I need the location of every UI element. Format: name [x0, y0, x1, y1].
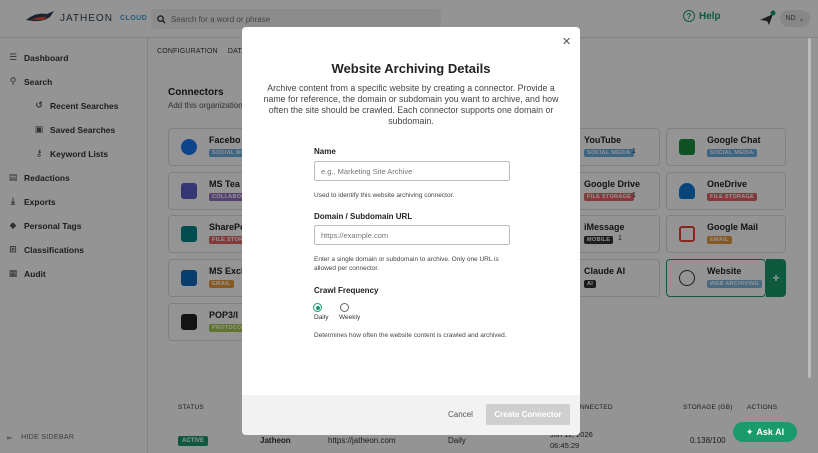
- modal-description: Archive content from a specific website …: [263, 83, 559, 126]
- close-icon[interactable]: ✕: [562, 35, 571, 48]
- modal-title: Website Archiving Details: [331, 61, 491, 76]
- weekly-radio[interactable]: [340, 303, 349, 312]
- name-label: Name: [314, 147, 336, 156]
- weekly-label: Weekly: [339, 314, 361, 321]
- scrollbar[interactable]: [808, 38, 811, 378]
- frequency-help: Determines how often the website content…: [314, 332, 507, 339]
- daily-radio[interactable]: [313, 303, 322, 312]
- cancel-button[interactable]: Cancel: [448, 410, 473, 419]
- modal-footer: Cancel Create Connector: [242, 395, 580, 435]
- ask-ai-label: Ask AI: [756, 427, 785, 437]
- crawl-frequency-label: Crawl Frequency: [314, 286, 379, 295]
- url-label: Domain / Subdomain URL: [314, 212, 413, 221]
- sparkle-icon: ✦: [745, 426, 754, 437]
- url-field[interactable]: [314, 225, 510, 245]
- create-connector-button[interactable]: Create Connector: [486, 404, 570, 425]
- ask-ai-button[interactable]: ✦ Ask AI: [733, 422, 797, 442]
- website-archiving-modal: ✕ Website Archiving Details Archive cont…: [242, 27, 580, 435]
- daily-label: Daily: [314, 314, 329, 321]
- name-help: Used to identify this website archiving …: [314, 192, 455, 199]
- url-help: Enter a single domain or subdomain to ar…: [314, 256, 499, 272]
- name-field[interactable]: [314, 161, 510, 181]
